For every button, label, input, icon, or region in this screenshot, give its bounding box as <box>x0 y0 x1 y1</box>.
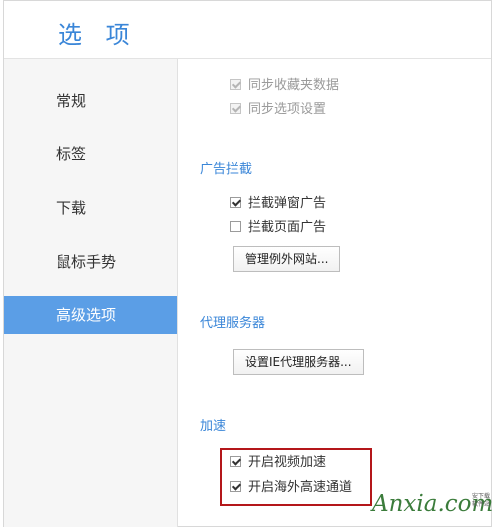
sidebar-item-advanced[interactable]: 高级选项 <box>4 296 177 334</box>
window-title: 选 项 <box>58 21 138 49</box>
highlight-annotation-box <box>220 448 372 506</box>
sidebar-item-download[interactable]: 下载 <box>4 189 177 227</box>
watermark-subtext: 安下载 软件站 <box>472 493 490 509</box>
sync-settings-checkbox[interactable] <box>230 103 241 114</box>
site-watermark-logo: Anxia.com 安下载 软件站 <box>368 490 493 524</box>
options-window: 选 项 常规 标签 下载 鼠标手势 高级选项 同步收藏夹数据 同步选项设置 广告… <box>3 0 492 527</box>
manage-exceptions-button[interactable]: 管理例外网站... <box>233 246 341 272</box>
watermark-sub2: 软件站 <box>471 501 490 508</box>
sync-settings-option[interactable]: 同步选项设置 <box>230 102 326 118</box>
block-page-ads-label: 拦截页面广告 <box>248 220 327 235</box>
sync-favorites-label: 同步收藏夹数据 <box>248 78 340 93</box>
block-page-ads-checkbox[interactable] <box>230 221 241 232</box>
acceleration-section-title: 加速 <box>200 419 227 434</box>
sidebar: 常规 标签 下载 鼠标手势 高级选项 <box>4 59 177 527</box>
ie-proxy-settings-button[interactable]: 设置IE代理服务器... <box>233 349 364 375</box>
proxy-section-title: 代理服务器 <box>200 316 266 331</box>
block-popup-ads-checkbox[interactable] <box>230 197 241 208</box>
sidebar-item-tabs[interactable]: 标签 <box>4 135 177 173</box>
block-popup-ads-label: 拦截弹窗广告 <box>248 196 327 211</box>
sidebar-item-mouse-gestures[interactable]: 鼠标手势 <box>4 243 177 281</box>
sync-favorites-option[interactable]: 同步收藏夹数据 <box>230 78 339 94</box>
sync-favorites-checkbox[interactable] <box>230 79 241 90</box>
adblock-section-title: 广告拦截 <box>200 162 253 177</box>
block-page-ads-option[interactable]: 拦截页面广告 <box>230 220 326 236</box>
sidebar-item-general[interactable]: 常规 <box>4 82 177 120</box>
advanced-settings-panel: 同步收藏夹数据 同步选项设置 广告拦截 拦截弹窗广告 拦截页面广告 管理例外网站… <box>178 59 491 526</box>
block-popup-ads-option[interactable]: 拦截弹窗广告 <box>230 196 326 212</box>
sync-settings-label: 同步选项设置 <box>248 102 327 117</box>
title-bar: 选 项 <box>4 1 491 59</box>
watermark-sub1: 安下载 <box>471 493 490 500</box>
